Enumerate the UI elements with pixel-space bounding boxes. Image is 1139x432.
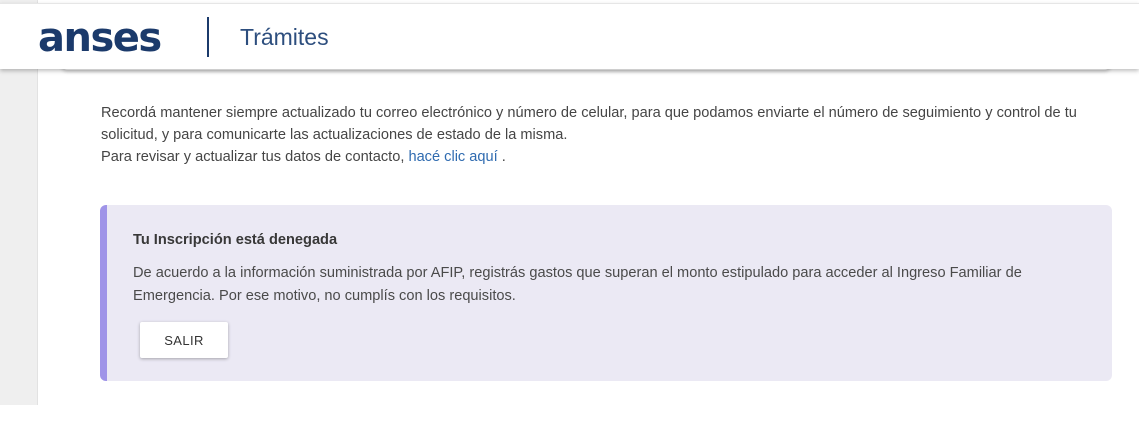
contact-info-suffix: . xyxy=(501,149,506,165)
anses-logo[interactable]: anses xyxy=(38,8,162,68)
alert-message: De acuerdo a la información suministrada… xyxy=(133,265,1022,304)
contact-info-text: Recordá mantener siempre actualizado tu … xyxy=(101,105,1077,143)
exit-button[interactable]: SALIR xyxy=(140,322,228,358)
contact-info-notice: Recordá mantener siempre actualizado tu … xyxy=(101,102,1101,168)
contact-info-link-line: Para revisar y actualizar tus datos de c… xyxy=(101,146,1101,168)
header-divider xyxy=(207,17,209,57)
alert-title: Tu Inscripción está denegada xyxy=(133,232,338,248)
site-header: anses Trámites xyxy=(0,3,1139,69)
contact-info-prefix: Para revisar y actualizar tus datos de c… xyxy=(101,149,405,165)
header-section-title[interactable]: Trámites xyxy=(240,21,329,53)
page: anses Trámites Recordá mantener siempre … xyxy=(0,0,1139,432)
denied-alert: Tu Inscripción está denegada De acuerdo … xyxy=(100,205,1112,381)
update-contact-link[interactable]: hacé clic aquí xyxy=(408,149,497,165)
